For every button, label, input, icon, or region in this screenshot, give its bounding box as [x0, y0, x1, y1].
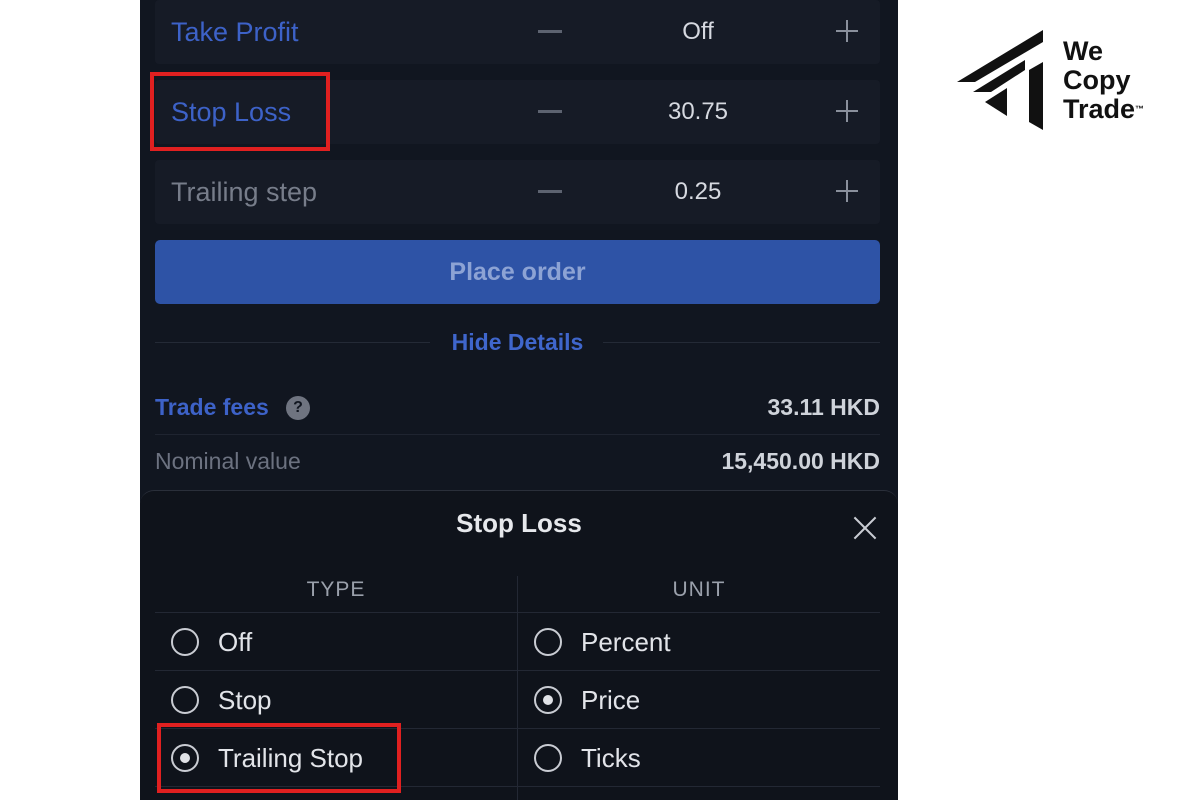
unit-option-label: Price	[581, 685, 641, 715]
stop-loss-highlight-box	[150, 72, 330, 151]
trailing-stop-highlight-box	[157, 723, 401, 793]
divider-right	[603, 342, 880, 343]
place-order-button[interactable]: Place order	[155, 240, 880, 304]
stop-loss-value[interactable]: 30.75	[618, 80, 778, 144]
take-profit-row: Take Profit Off	[155, 0, 880, 64]
type-option-label: Off	[218, 627, 253, 657]
take-profit-value[interactable]: Off	[618, 0, 778, 64]
stop-loss-sheet: Stop Loss TYPE UNIT Off Stop Trailing St…	[140, 490, 898, 800]
trailing-step-row: Trailing step 0.25	[155, 160, 880, 224]
take-profit-label[interactable]: Take Profit	[171, 0, 299, 64]
trademark-mark: ™	[1135, 104, 1145, 114]
order-panel: Take Profit Off Stop Loss 30.75 Trailing…	[140, 0, 898, 800]
take-profit-plus-icon[interactable]	[836, 20, 858, 42]
close-icon[interactable]	[853, 516, 877, 540]
radio-icon[interactable]	[534, 628, 562, 656]
unit-column-header: UNIT	[672, 578, 726, 601]
type-column-header: TYPE	[306, 578, 366, 601]
brand-line-3-text: Trade	[1063, 94, 1136, 124]
nominal-value-row: Nominal value 15,450.00 HKD	[155, 434, 880, 488]
type-option-off[interactable]: Off	[155, 613, 517, 671]
unit-option-ticks[interactable]: Ticks	[518, 729, 880, 787]
trade-fees-row: Trade fees ? 33.11 HKD	[155, 380, 880, 434]
brand-wordmark: We Copy Trade™	[1063, 37, 1144, 124]
radio-icon[interactable]	[171, 628, 199, 656]
radio-icon-selected[interactable]	[534, 686, 562, 714]
trailing-step-plus-icon[interactable]	[836, 180, 858, 202]
trade-fees-value: 33.11 HKD	[767, 394, 880, 420]
sheet-title: Stop Loss	[456, 508, 582, 538]
stop-loss-minus-icon[interactable]	[538, 110, 562, 113]
nominal-value-label: Nominal value	[155, 448, 301, 474]
unit-option-label: Ticks	[581, 743, 641, 773]
brand-line-2: Copy	[1063, 65, 1131, 95]
brand-line-3: Trade™	[1063, 95, 1144, 124]
take-profit-minus-icon[interactable]	[538, 30, 562, 33]
nominal-value-value: 15,450.00 HKD	[721, 448, 880, 474]
hide-details-link[interactable]: Hide Details	[410, 327, 625, 357]
trailing-step-minus-icon[interactable]	[538, 190, 562, 193]
unit-option-label: Percent	[581, 627, 671, 657]
wecopytrade-logo-icon	[957, 30, 1043, 130]
brand-line-1: We	[1063, 36, 1104, 66]
help-icon[interactable]: ?	[286, 396, 310, 420]
radio-icon[interactable]	[534, 744, 562, 772]
type-option-label: Stop	[218, 685, 272, 715]
type-option-stop[interactable]: Stop	[155, 671, 517, 729]
radio-icon[interactable]	[171, 686, 199, 714]
trailing-step-value[interactable]: 0.25	[618, 160, 778, 224]
unit-option-percent[interactable]: Percent	[518, 613, 880, 671]
brand-logo: We Copy Trade™	[955, 30, 1165, 132]
unit-option-price[interactable]: Price	[518, 671, 880, 729]
trailing-step-label: Trailing step	[171, 177, 318, 207]
trade-fees-label[interactable]: Trade fees	[155, 380, 269, 434]
stop-loss-plus-icon[interactable]	[836, 100, 858, 122]
divider-left	[155, 342, 430, 343]
